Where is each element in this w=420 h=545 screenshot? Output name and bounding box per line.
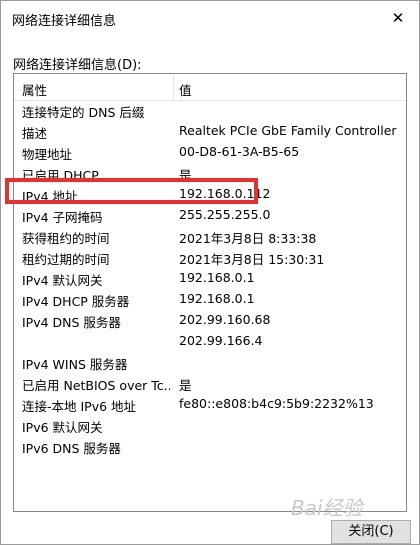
- title-bar: 网络连接详细信息 ✕: [1, 1, 419, 35]
- value-cell: 2021年3月8日 15:30:31: [179, 252, 325, 267]
- table-row[interactable]: IPv4 默认网关 192.168.0.1: [14, 268, 406, 289]
- table-row[interactable]: 连接特定的 DNS 后缀: [14, 100, 406, 121]
- table-row[interactable]: 获得租约的时间 2021年3月8日 8:33:38: [14, 226, 406, 247]
- property-cell: IPv4 DNS 服务器: [22, 315, 121, 330]
- ipv4-highlight-box: [5, 178, 258, 204]
- property-cell: 获得租约的时间: [22, 231, 110, 246]
- value-cell: 202.99.166.4: [179, 333, 263, 348]
- column-header-property[interactable]: 属性: [22, 80, 47, 99]
- property-cell: 连接特定的 DNS 后缀: [22, 105, 145, 120]
- value-cell: 00-D8-61-3A-B5-65: [179, 144, 300, 159]
- property-cell: IPv4 DHCP 服务器: [22, 294, 130, 309]
- property-cell: IPv6 DNS 服务器: [22, 441, 121, 456]
- watermark: Bai经验: [291, 496, 363, 520]
- table-row[interactable]: 物理地址 00-D8-61-3A-B5-65: [14, 142, 406, 163]
- property-cell: 连接-本地 IPv6 地址: [22, 399, 137, 414]
- property-cell: 物理地址: [22, 147, 73, 162]
- property-cell: IPv6 默认网关: [22, 420, 103, 435]
- table-row[interactable]: IPv4 WINS 服务器: [14, 352, 406, 373]
- table-row[interactable]: 连接-本地 IPv6 地址 fe80::e808:b4c9:5b9:2232%13: [14, 394, 406, 415]
- table-row[interactable]: 已启用 NetBIOS over Tc... 是: [14, 373, 406, 394]
- table-row[interactable]: IPv6 默认网关: [14, 415, 406, 436]
- value-cell: 192.168.0.1: [179, 270, 255, 285]
- table-row[interactable]: IPv4 子网掩码 255.255.255.0: [14, 205, 406, 226]
- table-row[interactable]: 描述 Realtek PCIe GbE Family Controller: [14, 121, 406, 142]
- property-cell: 描述: [22, 126, 48, 141]
- list-header: 属性 值: [14, 74, 406, 101]
- column-header-value[interactable]: 值: [179, 80, 192, 99]
- table-row[interactable]: IPv4 DNS 服务器 202.99.160.68: [14, 310, 406, 331]
- details-dialog: 网络连接详细信息 ✕ 网络连接详细信息(D): 属性 值 连接特定的 DNS 后…: [0, 0, 420, 545]
- table-row[interactable]: 202.99.166.4: [14, 331, 406, 352]
- details-label: 网络连接详细信息(D):: [13, 58, 142, 73]
- value-cell: fe80::e808:b4c9:5b9:2232%13: [179, 396, 374, 411]
- value-cell: 255.255.255.0: [179, 207, 271, 222]
- property-cell: IPv4 默认网关: [22, 273, 103, 288]
- property-cell: 已启用 NetBIOS over Tc...: [22, 378, 170, 393]
- table-row[interactable]: 租约过期的时间 2021年3月8日 15:30:31: [14, 247, 406, 268]
- details-list[interactable]: 属性 值 连接特定的 DNS 后缀 描述 Realtek PCIe GbE Fam…: [13, 73, 407, 512]
- property-cell: 租约过期的时间: [22, 252, 110, 267]
- table-row[interactable]: IPv6 DNS 服务器: [14, 436, 406, 457]
- property-cell: IPv4 子网掩码: [22, 210, 103, 225]
- close-button[interactable]: 关闭(C): [331, 520, 411, 544]
- window-title: 网络连接详细信息: [12, 14, 117, 29]
- property-cell: IPv4 WINS 服务器: [22, 357, 128, 372]
- value-cell: Realtek PCIe GbE Family Controller: [179, 123, 397, 138]
- close-icon[interactable]: ✕: [387, 8, 409, 28]
- value-cell: 是: [179, 378, 192, 393]
- value-cell: 2021年3月8日 8:33:38: [179, 231, 317, 246]
- value-cell: 192.168.0.1: [179, 291, 255, 306]
- value-cell: 202.99.160.68: [179, 312, 271, 327]
- table-row[interactable]: IPv4 DHCP 服务器 192.168.0.1: [14, 289, 406, 310]
- column-divider[interactable]: [173, 74, 174, 99]
